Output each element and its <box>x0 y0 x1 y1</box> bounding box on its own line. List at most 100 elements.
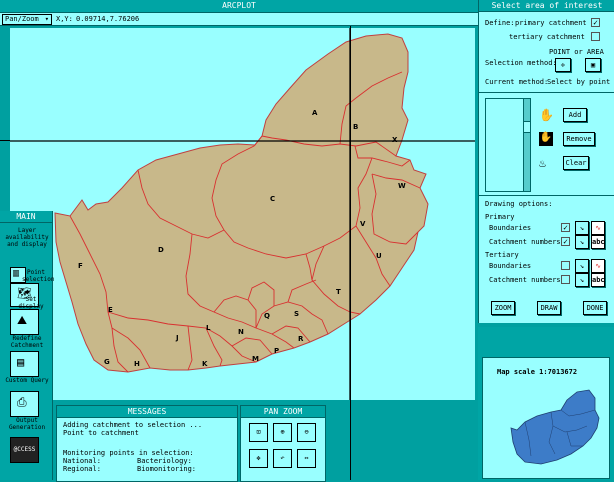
point-selection-label: Point selection <box>22 269 55 283</box>
area-select-icon: ▣ <box>590 61 596 69</box>
coord-bar: Pan/Zoom ▾ X,Y: 0.09714,7.76206 <box>0 13 478 26</box>
coord-value: 0.09714,7.76206 <box>76 15 140 23</box>
overview-panel: Map scale 1:7013672 <box>478 327 614 480</box>
zoom-in-icon: ⊕ <box>280 428 285 436</box>
zoom-button[interactable]: ZOOM <box>491 301 515 315</box>
tertiary-catchment-label: tertiary catchment <box>509 33 585 41</box>
crosshair-icon: ✛ <box>560 61 566 69</box>
tertiary-boundaries-checkbox[interactable] <box>561 261 570 270</box>
tertiary-catchment-numbers-label: Catchment numbers <box>489 276 561 284</box>
divider <box>479 195 614 196</box>
access-logo-label: @CCESS <box>13 446 36 453</box>
previous-icon: ↶ <box>280 454 285 462</box>
tertiary-boundaries-style-button[interactable]: ↘ <box>575 259 589 273</box>
previous-button[interactable]: ↶ <box>273 449 292 468</box>
tertiary-numbers-preview[interactable]: abc <box>591 273 605 287</box>
south-africa-landmass[interactable] <box>54 33 429 373</box>
select-by-point-button[interactable]: ✛ <box>555 58 571 72</box>
primary-catchment-checkbox[interactable]: ✓ <box>591 18 600 27</box>
draw-button[interactable]: DRAW <box>537 301 561 315</box>
remove-button[interactable]: Remove <box>563 132 595 146</box>
primary-heading: Primary <box>485 213 515 221</box>
region-label-m: M <box>252 355 259 363</box>
zoom-in-button[interactable]: ⊕ <box>273 423 292 442</box>
printer-icon: ⎙ <box>17 395 27 409</box>
region-label-v: V <box>360 220 366 228</box>
current-method-label: Current method: <box>485 78 549 86</box>
mode-dropdown[interactable]: Pan/Zoom ▾ <box>2 14 52 25</box>
tertiary-boundaries-preview[interactable]: ∿ <box>591 259 605 273</box>
region-label-k: K <box>202 360 208 368</box>
map-scale-label: Map scale 1:7013672 <box>497 368 578 376</box>
redefine-catchment-tool[interactable]: ⛰ <box>10 309 39 335</box>
layer-availability-tool[interactable]: Layer availability and display <box>5 227 48 253</box>
region-label-a: A <box>312 109 318 117</box>
set-display-label: Set display <box>18 296 44 310</box>
panzoom-title: PAN ZOOM <box>241 406 325 418</box>
zoom-window-button[interactable]: ⊡ <box>249 423 268 442</box>
tertiary-catchment-numbers-checkbox[interactable] <box>561 275 570 284</box>
pan-arrows-icon: ✥ <box>256 454 261 462</box>
window-title: ARCPLOT <box>222 1 256 10</box>
biomonitoring-label: Biomonitoring: <box>137 465 197 473</box>
main-panel: MAIN Layer availability and display ▥ Po… <box>0 211 55 480</box>
zoom-window-icon: ⊡ <box>256 428 261 436</box>
tertiary-catchment-checkbox[interactable] <box>591 32 600 41</box>
layer-stack-icon: ▥ <box>13 268 20 279</box>
clear-button[interactable]: Clear <box>563 156 589 170</box>
define-label: Define: <box>485 19 515 27</box>
current-method-value: Select by point <box>547 78 611 86</box>
monitoring-label: Monitoring points in selection: <box>63 449 194 457</box>
done-button[interactable]: DONE <box>583 301 607 315</box>
tertiary-numbers-style-button[interactable]: ↘ <box>575 273 589 287</box>
select-area-title: Select area of interest <box>479 0 614 12</box>
selection-list-scrollbar[interactable] <box>523 98 531 192</box>
coord-label: X,Y: <box>56 15 73 23</box>
overview-map[interactable] <box>507 388 603 468</box>
zoom-out-icon: ⊖ <box>304 428 309 436</box>
remove-icon: ✋ <box>539 132 553 146</box>
add-icon: ✋ <box>539 108 554 122</box>
custom-query-tool[interactable]: ▤ <box>10 351 39 377</box>
region-label-l: L <box>206 324 211 332</box>
primary-numbers-style-button[interactable]: ↘ <box>575 235 589 249</box>
output-generation-tool[interactable]: ⎙ <box>10 391 39 417</box>
scrollbar-thumb[interactable] <box>524 121 530 133</box>
message-line-2: Point to catchment <box>63 429 139 437</box>
region-label-x: X <box>392 136 398 144</box>
zoom-out-button[interactable]: ⊖ <box>297 423 316 442</box>
region-label-h: H <box>134 360 140 368</box>
region-label-j: J <box>175 334 179 342</box>
crosshair-vertical-ext <box>350 26 351 480</box>
main-panel-title: MAIN <box>0 211 52 223</box>
clear-icon: ♨ <box>539 156 547 170</box>
primary-catchment-label: primary catchment <box>515 19 587 27</box>
query-icon: ▤ <box>17 355 25 369</box>
region-label-n: N <box>238 328 244 336</box>
primary-boundaries-checkbox[interactable]: ✓ <box>561 223 570 232</box>
pan-button[interactable]: ✥ <box>249 449 268 468</box>
region-label-t: T <box>336 288 341 296</box>
messages-title: MESSAGES <box>57 406 237 418</box>
point-area-label: POINT or AREA <box>549 48 604 56</box>
pan-zoom-button[interactable]: ⇔ <box>297 449 316 468</box>
pan-zoom-icon: ⇔ <box>304 454 309 462</box>
selection-list[interactable] <box>485 98 525 192</box>
select-by-area-button[interactable]: ▣ <box>585 58 601 72</box>
map-canvas[interactable]: A B C D E F G H J K L M N P Q R S T U V … <box>10 28 475 400</box>
catchment-map[interactable]: A B C D E F G H J K L M N P Q R S T U V … <box>10 28 475 400</box>
title-bar: ARCPLOT <box>0 0 478 13</box>
custom-query-label: Custom Query <box>5 377 49 384</box>
primary-catchment-numbers-checkbox[interactable]: ✓ <box>561 237 570 246</box>
primary-boundaries-preview[interactable]: ∿ <box>591 221 605 235</box>
overview-frame: Map scale 1:7013672 <box>482 357 610 479</box>
region-label-q: Q <box>264 312 270 320</box>
primary-numbers-preview[interactable]: abc <box>591 235 605 249</box>
add-button[interactable]: Add <box>563 108 587 122</box>
redefine-catchment-label: Redefine Catchment <box>10 335 44 349</box>
primary-boundaries-style-button[interactable]: ↘ <box>575 221 589 235</box>
region-label-e: E <box>108 306 113 314</box>
divider <box>479 92 614 93</box>
crosshair-horizontal-ext <box>0 140 10 141</box>
access-tool[interactable]: @CCESS <box>10 437 39 463</box>
